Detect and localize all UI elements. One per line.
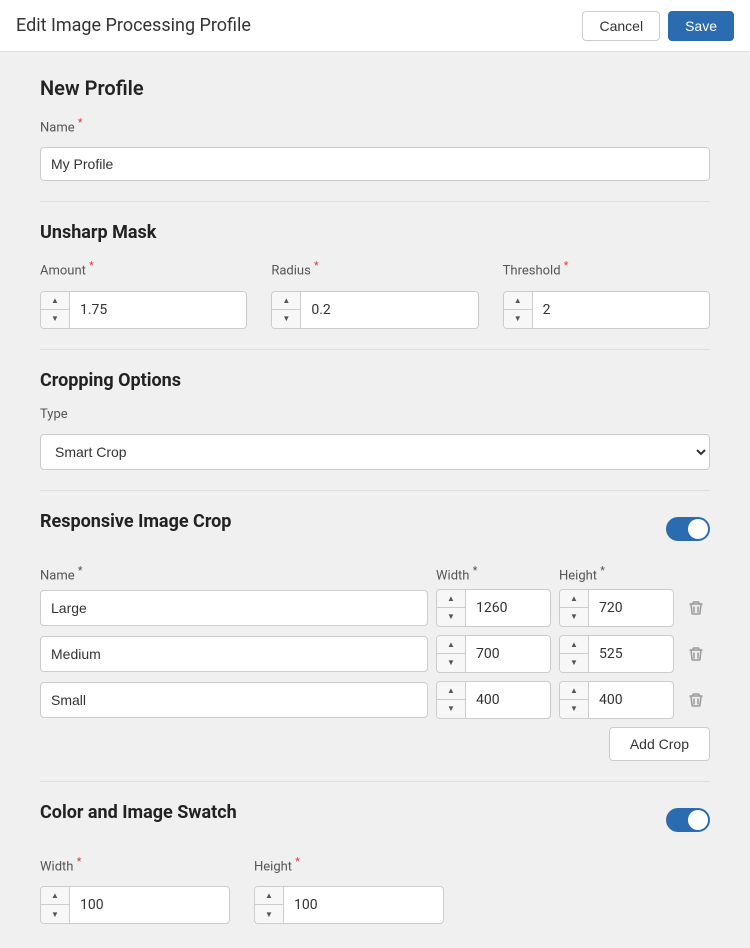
amount-field: Amount * ▲ ▼ 1.75: [40, 259, 247, 328]
amount-spinner: ▲ ▼ 1.75: [40, 291, 247, 329]
crop-height-down-large[interactable]: ▼: [560, 608, 588, 626]
trash-icon: [688, 600, 704, 616]
color-image-swatch-section: Color and Image Swatch Width * ▲ ▼ 100: [40, 802, 710, 924]
responsive-image-crop-section: Responsive Image Crop Name * Width * Hei…: [40, 511, 710, 761]
crop-width-down-medium[interactable]: ▼: [437, 654, 465, 672]
width-column-header: Width *: [436, 564, 551, 583]
crop-height-spinner-medium: ▲ ▼ 525: [559, 635, 674, 673]
profile-section-title: New Profile: [40, 76, 710, 100]
crop-width-down-small[interactable]: ▼: [437, 700, 465, 718]
swatch-width-value: 100: [70, 897, 229, 913]
amount-label: Amount *: [40, 259, 247, 278]
responsive-crop-toggle[interactable]: [666, 517, 710, 541]
swatch-toggle[interactable]: [666, 808, 710, 832]
profile-section: New Profile Name *: [40, 76, 710, 181]
amount-value: 1.75: [70, 302, 246, 318]
swatch-height-down-button[interactable]: ▼: [255, 905, 283, 923]
swatch-height-value: 100: [284, 897, 443, 913]
swatch-width-spinner: ▲ ▼ 100: [40, 886, 230, 924]
crop-width-value-medium: 700: [466, 646, 550, 662]
crop-row-large: ▲ ▼ 1260 ▲ ▼ 720: [40, 589, 710, 627]
radius-value: 0.2: [301, 302, 477, 318]
crop-type-select[interactable]: Smart Crop Manual Crop Auto Crop: [40, 434, 710, 470]
name-field-label: Name *: [40, 116, 710, 135]
name-column-header: Name *: [40, 564, 428, 583]
crop-name-input-medium[interactable]: [40, 636, 428, 672]
radius-spinner: ▲ ▼ 0.2: [271, 291, 478, 329]
crop-width-value-large: 1260: [466, 600, 550, 616]
header: Edit Image Processing Profile Cancel Sav…: [0, 0, 750, 52]
threshold-value: 2: [533, 302, 709, 318]
crop-column-headers: Name * Width * Height *: [40, 564, 710, 583]
crop-height-up-small[interactable]: ▲: [560, 682, 588, 700]
crop-width-up-medium[interactable]: ▲: [437, 636, 465, 654]
swatch-width-up-button[interactable]: ▲: [41, 887, 69, 905]
threshold-label: Threshold *: [503, 259, 710, 278]
responsive-crop-title: Responsive Image Crop: [40, 511, 231, 532]
radius-field: Radius * ▲ ▼ 0.2: [271, 259, 478, 328]
swatch-height-spinner: ▲ ▼ 100: [254, 886, 444, 924]
threshold-spinner: ▲ ▼ 2: [503, 291, 710, 329]
swatch-height-up-button[interactable]: ▲: [255, 887, 283, 905]
crop-height-value-medium: 525: [589, 646, 673, 662]
content-area: New Profile Name * Unsharp Mask Amount *…: [0, 52, 750, 948]
type-label: Type: [40, 407, 710, 422]
swatch-width-down-button[interactable]: ▼: [41, 905, 69, 923]
threshold-up-button[interactable]: ▲: [504, 292, 532, 310]
swatch-width-field: Width * ▲ ▼ 100: [40, 855, 230, 924]
trash-icon: [688, 646, 704, 662]
radius-label: Radius *: [271, 259, 478, 278]
threshold-field: Threshold * ▲ ▼ 2: [503, 259, 710, 328]
crop-width-spinner-medium: ▲ ▼ 700: [436, 635, 551, 673]
cropping-options-section: Cropping Options Type Smart Crop Manual …: [40, 370, 710, 470]
cropping-options-title: Cropping Options: [40, 370, 710, 391]
responsive-crop-header: Responsive Image Crop: [40, 511, 710, 548]
crop-height-value-small: 400: [589, 692, 673, 708]
radius-up-button[interactable]: ▲: [272, 292, 300, 310]
swatch-header: Color and Image Swatch: [40, 802, 710, 839]
swatch-fields: Width * ▲ ▼ 100 Height * ▲: [40, 855, 710, 924]
crop-height-value-large: 720: [589, 600, 673, 616]
amount-up-button[interactable]: ▲: [41, 292, 69, 310]
delete-crop-large-button[interactable]: [682, 594, 710, 622]
threshold-down-button[interactable]: ▼: [504, 310, 532, 328]
height-column-header: Height *: [559, 564, 674, 583]
crop-name-input-small[interactable]: [40, 682, 428, 718]
delete-crop-medium-button[interactable]: [682, 640, 710, 668]
swatch-height-label: Height *: [254, 855, 444, 874]
add-crop-button[interactable]: Add Crop: [609, 727, 710, 761]
crop-width-spinner-large: ▲ ▼ 1260: [436, 589, 551, 627]
save-button[interactable]: Save: [668, 11, 734, 41]
crop-width-up-small[interactable]: ▲: [437, 682, 465, 700]
profile-name-input[interactable]: [40, 147, 710, 181]
crop-height-spinner-large: ▲ ▼ 720: [559, 589, 674, 627]
crop-row-small: ▲ ▼ 400 ▲ ▼ 400: [40, 681, 710, 719]
crop-height-up-large[interactable]: ▲: [560, 590, 588, 608]
header-actions: Cancel Save: [582, 11, 734, 41]
crop-height-up-medium[interactable]: ▲: [560, 636, 588, 654]
unsharp-mask-section: Unsharp Mask Amount * ▲ ▼ 1.75 Radius *: [40, 222, 710, 328]
crop-width-value-small: 400: [466, 692, 550, 708]
crop-height-down-small[interactable]: ▼: [560, 700, 588, 718]
page-title: Edit Image Processing Profile: [16, 15, 251, 36]
crop-height-spinner-small: ▲ ▼ 400: [559, 681, 674, 719]
trash-icon: [688, 692, 704, 708]
add-crop-row: Add Crop: [40, 727, 710, 761]
swatch-height-field: Height * ▲ ▼ 100: [254, 855, 444, 924]
cancel-button[interactable]: Cancel: [582, 11, 660, 41]
unsharp-mask-title: Unsharp Mask: [40, 222, 710, 243]
amount-down-button[interactable]: ▼: [41, 310, 69, 328]
crop-row-medium: ▲ ▼ 700 ▲ ▼ 525: [40, 635, 710, 673]
crop-width-spinner-small: ▲ ▼ 400: [436, 681, 551, 719]
radius-down-button[interactable]: ▼: [272, 310, 300, 328]
crop-width-down-large[interactable]: ▼: [437, 608, 465, 626]
swatch-title: Color and Image Swatch: [40, 802, 237, 823]
delete-crop-small-button[interactable]: [682, 686, 710, 714]
crop-name-input-large[interactable]: [40, 590, 428, 626]
swatch-width-label: Width *: [40, 855, 230, 874]
crop-height-down-medium[interactable]: ▼: [560, 654, 588, 672]
crop-width-up-large[interactable]: ▲: [437, 590, 465, 608]
